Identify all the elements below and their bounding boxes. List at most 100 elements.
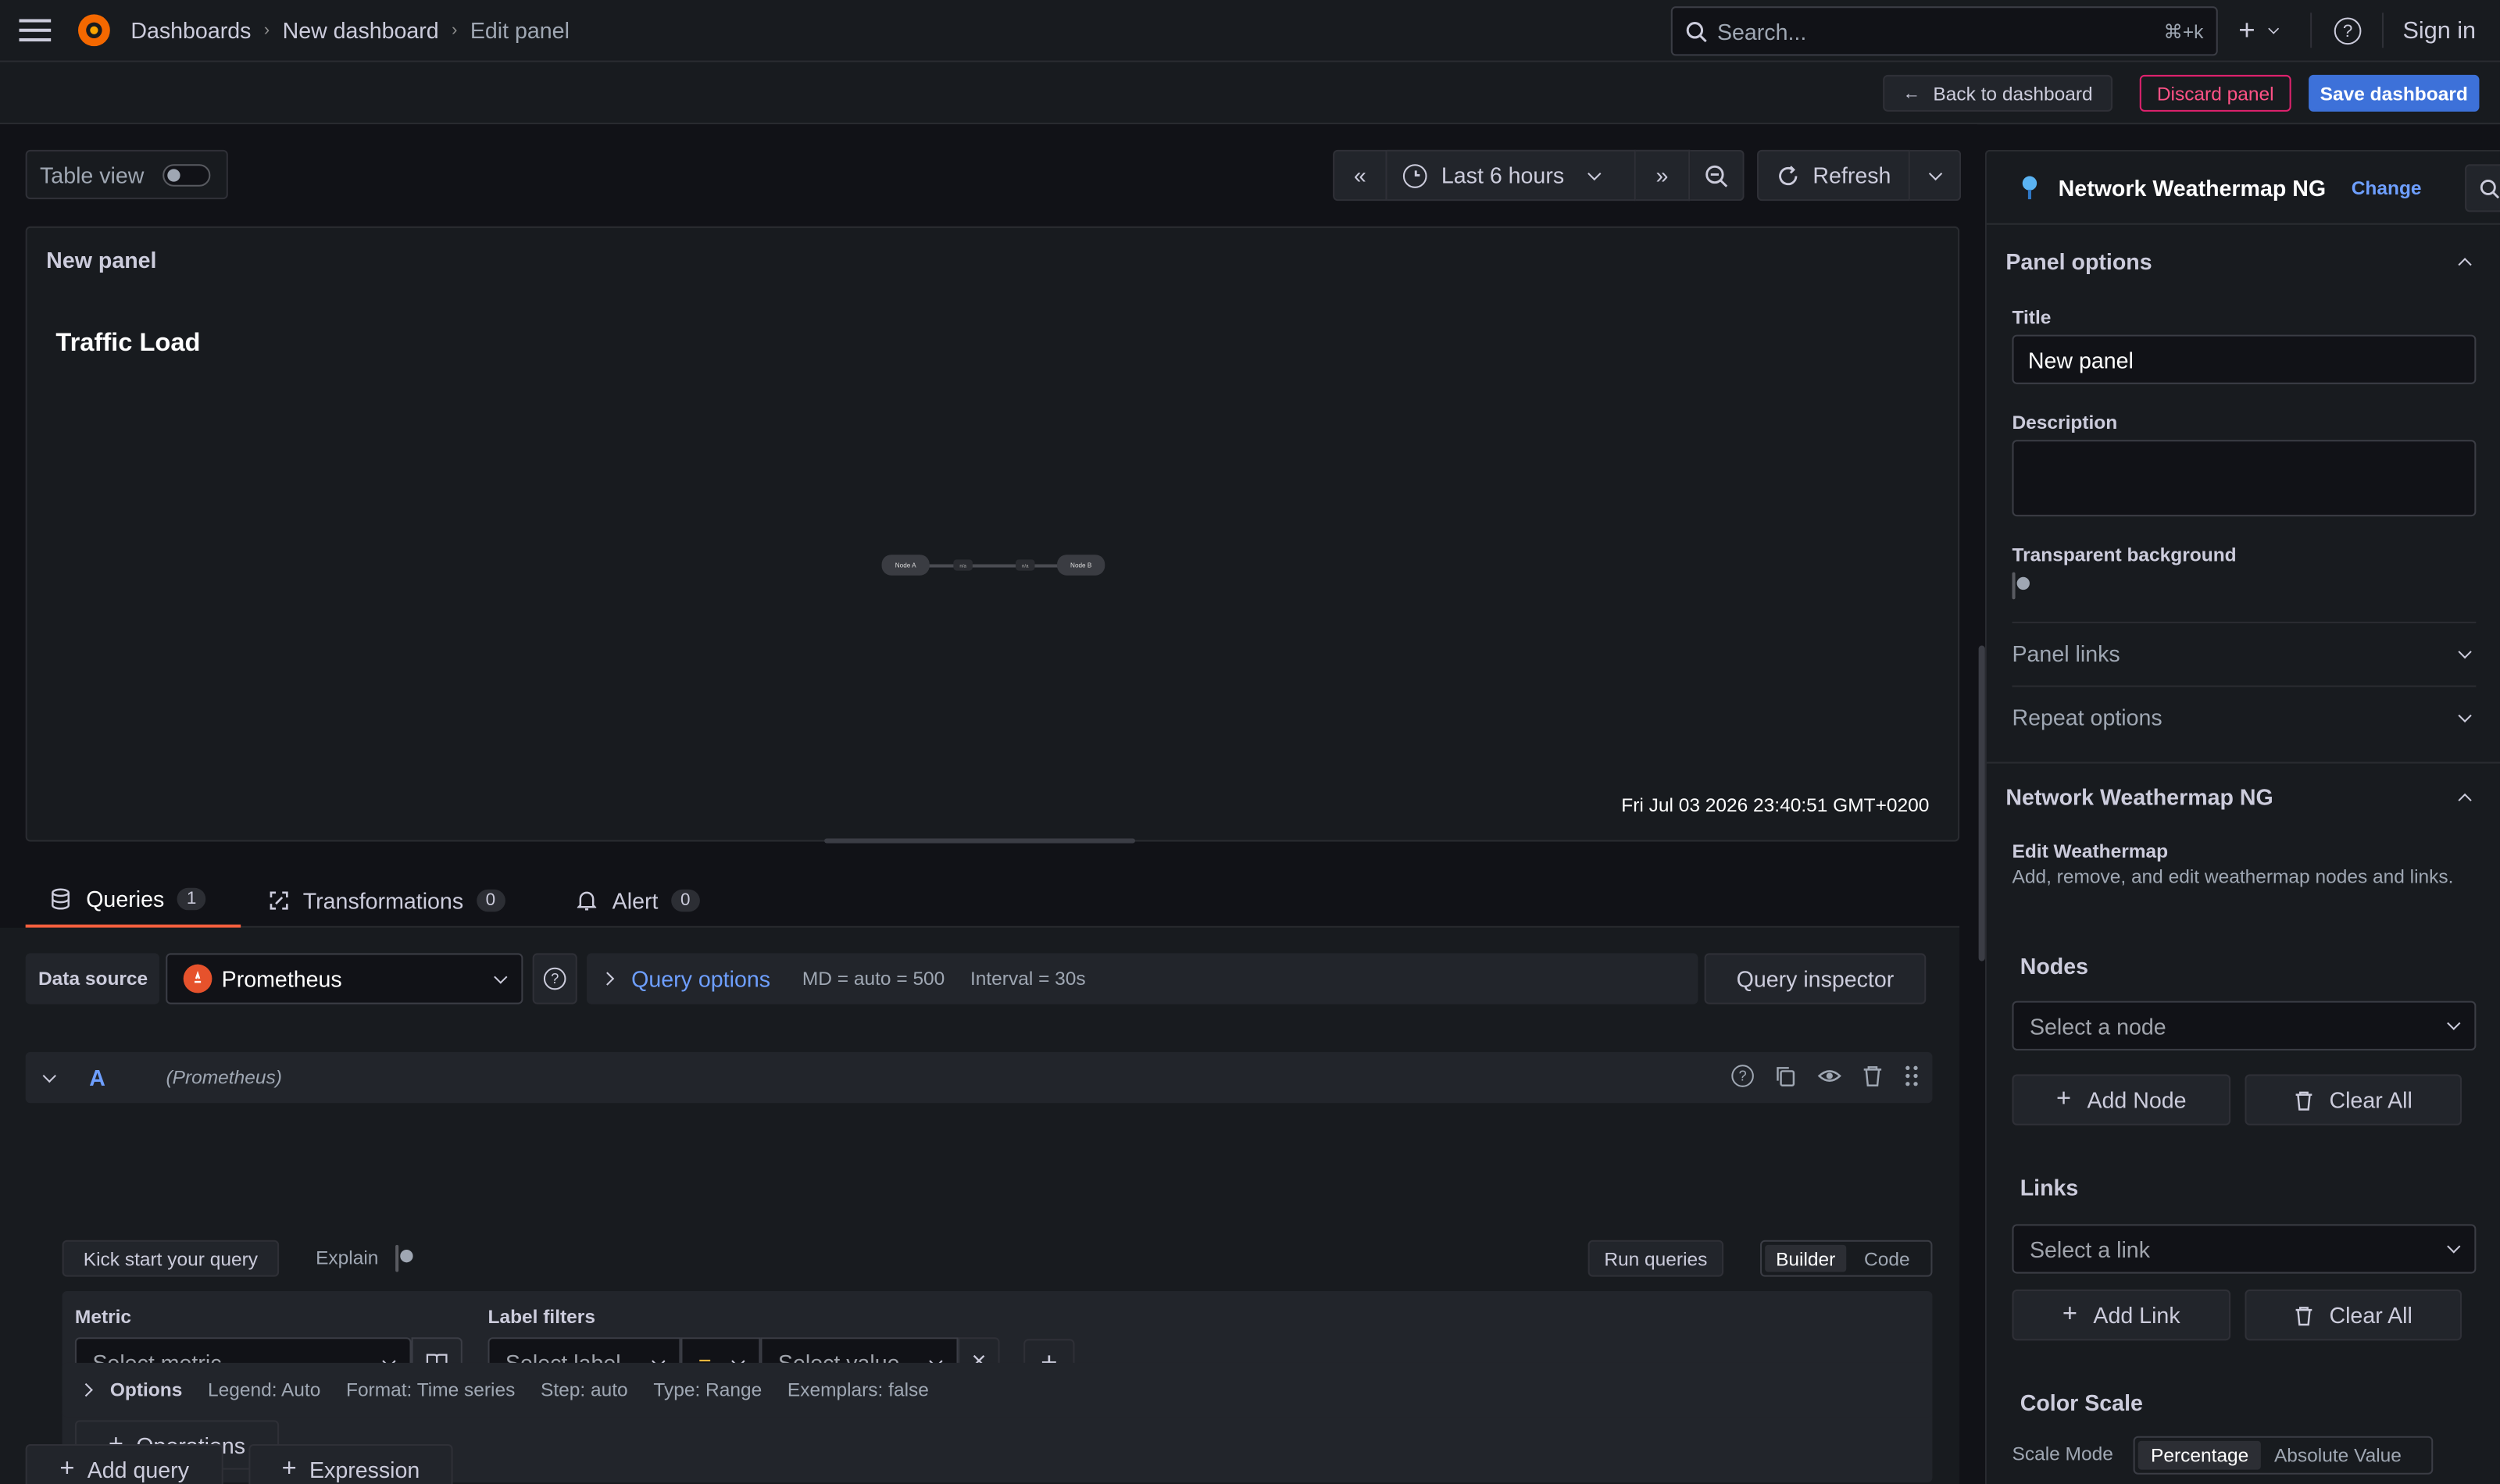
save-dashboard-button[interactable]: Save dashboard [2309, 74, 2480, 112]
chevron-down-icon [494, 969, 508, 983]
tab-label: Alert [612, 887, 659, 914]
title-label: Title [2012, 305, 2052, 329]
plus-icon: + [59, 1454, 75, 1482]
help-icon[interactable]: ? [1731, 1065, 1754, 1087]
prometheus-icon [183, 964, 212, 993]
grafana-logo-icon[interactable] [75, 11, 113, 49]
description-textarea[interactable] [2012, 440, 2477, 517]
clear-all-label: Clear All [2329, 1086, 2412, 1113]
weathermap-node[interactable]: Node A [881, 555, 930, 576]
time-range-picker[interactable]: Last 6 hours [1387, 149, 1636, 202]
viz-name[interactable]: Network Weathermap NG [2059, 174, 2326, 200]
panel-options-header[interactable]: Panel options [1987, 231, 2500, 292]
drag-handle-icon[interactable] [1904, 1065, 1920, 1087]
add-link-label: Add Link [2093, 1302, 2180, 1328]
repeat-options-title: Repeat options [2012, 705, 2162, 730]
tab-transformations[interactable]: Transformations 0 [268, 873, 555, 927]
run-queries-button[interactable]: Run queries [1588, 1240, 1724, 1277]
trash-icon [2295, 1306, 2312, 1325]
builder-mode-button[interactable]: Builder [1765, 1244, 1847, 1272]
code-mode-button[interactable]: Code [1846, 1245, 1927, 1272]
change-viz-link[interactable]: Change [2352, 177, 2422, 199]
query-ref-id[interactable]: A [89, 1065, 105, 1090]
plus-icon: + [2055, 1085, 2072, 1113]
refresh-interval-button[interactable] [1909, 149, 1962, 202]
query-options-bar[interactable]: Query options MD = auto = 500 Interval =… [587, 953, 1698, 1004]
menu-icon[interactable] [19, 16, 52, 45]
add-node-button[interactable]: + Add Node [2012, 1074, 2231, 1125]
breadcrumb-dashboards[interactable]: Dashboards [130, 17, 251, 43]
clear-all-label: Clear All [2329, 1302, 2412, 1328]
link-select[interactable]: Select a link [2012, 1224, 2477, 1274]
clear-all-links-button[interactable]: Clear All [2245, 1290, 2462, 1341]
resize-handle[interactable] [824, 838, 1136, 844]
viz-picker-row: Network Weathermap NG Change [1986, 152, 2500, 225]
query-options-label: Query options [631, 965, 771, 992]
panel-header[interactable]: New panel [46, 247, 156, 273]
query-row-header: A (Prometheus) ? [25, 1051, 1933, 1104]
title-input[interactable]: New panel [2012, 334, 2477, 384]
zoom-out-button[interactable] [1690, 149, 1745, 202]
transform-icon [270, 891, 288, 910]
link-label: n/a [953, 559, 973, 571]
repeat-options-header[interactable]: Repeat options [2012, 687, 2476, 748]
breadcrumb: Dashboards › New dashboard › Edit panel [130, 17, 570, 43]
chevron-right-icon [79, 1382, 93, 1397]
add-link-button[interactable]: + Add Link [2012, 1290, 2231, 1341]
option-step: Step: auto [541, 1379, 628, 1401]
tab-label: Queries [86, 886, 165, 912]
link-label-text: n/a [959, 562, 966, 569]
copy-icon[interactable] [1774, 1065, 1797, 1087]
clear-all-nodes-button[interactable]: Clear All [2245, 1074, 2462, 1125]
expression-button[interactable]: + Expression [248, 1443, 453, 1484]
panel-links-header[interactable]: Panel links [2012, 623, 2476, 684]
back-to-dashboard-button[interactable]: ← Back to dashboard [1883, 74, 2113, 112]
options-label: Options [109, 1379, 183, 1401]
new-menu-button[interactable]: + [2238, 14, 2279, 46]
data-source-picker[interactable]: Prometheus [166, 953, 523, 1004]
time-forward-button[interactable]: » [1635, 149, 1691, 202]
sign-in-link[interactable]: Sign in [2402, 17, 2476, 45]
table-view-toggle[interactable]: Table view [25, 149, 228, 200]
tab-queries[interactable]: Queries 1 [25, 873, 241, 928]
pane-splitter[interactable] [1978, 645, 1985, 961]
query-options-row[interactable]: Options Legend: Auto Format: Time series… [62, 1362, 1933, 1418]
node-label: Node B [1070, 561, 1092, 569]
weathermap-node[interactable]: Node B [1057, 555, 1105, 576]
refresh-button[interactable]: Refresh [1756, 149, 1910, 202]
time-controls: « Last 6 hours » Refresh [1333, 149, 1962, 202]
trash-icon[interactable] [1862, 1065, 1884, 1087]
transparent-background-toggle[interactable] [2012, 572, 2016, 600]
eye-icon[interactable] [1817, 1065, 1842, 1087]
edit-weathermap-title: Edit Weathermap [2012, 840, 2169, 863]
plugin-options-header[interactable]: Network Weathermap NG [1987, 767, 2500, 828]
table-view-switch[interactable] [162, 163, 212, 186]
breadcrumb-new-dashboard[interactable]: New dashboard [283, 17, 439, 43]
scale-mode-absolute[interactable]: Absolute Value [2262, 1441, 2415, 1470]
explain-toggle[interactable] [395, 1244, 399, 1272]
collapse-chevron-icon[interactable] [42, 1068, 56, 1083]
option-legend: Legend: Auto [207, 1379, 321, 1401]
search-shortcut: ⌘+k [2163, 20, 2204, 43]
time-back-button[interactable]: « [1333, 149, 1388, 202]
chevron-down-icon [1588, 166, 1602, 180]
search-options-button[interactable] [2465, 164, 2500, 212]
interval-value: Interval = 30s [970, 967, 1086, 990]
scale-mode-percentage[interactable]: Percentage [2138, 1440, 2262, 1470]
node-select[interactable]: Select a node [2012, 1001, 2477, 1051]
data-source-label: Data source [38, 967, 148, 990]
data-source-help-button[interactable]: ? [532, 953, 577, 1004]
query-inspector-button[interactable]: Query inspector [1704, 953, 1927, 1004]
chevron-down-icon [2447, 1016, 2461, 1030]
search-icon [1685, 20, 1708, 43]
chevron-up-icon [2458, 792, 2472, 807]
editor-tabs: Queries 1 Transformations 0 Alert 0 [25, 873, 1960, 928]
kick-start-button[interactable]: Kick start your query [62, 1240, 280, 1277]
discard-panel-button[interactable]: Discard panel [2139, 74, 2291, 112]
option-exemplars: Exemplars: false [787, 1379, 929, 1401]
help-icon[interactable]: ? [2334, 17, 2362, 45]
add-query-button[interactable]: + Add query [25, 1443, 223, 1484]
tab-alert[interactable]: Alert 0 [577, 873, 737, 927]
search-input[interactable]: Search... ⌘+k [1670, 6, 2218, 56]
weathermap-title: Traffic Load [55, 330, 201, 358]
